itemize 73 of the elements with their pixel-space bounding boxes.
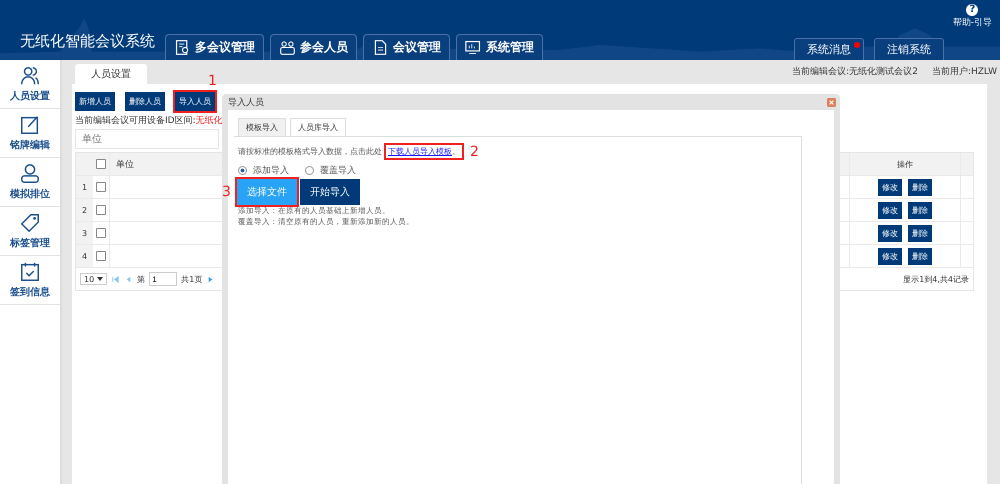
record-summary: 显示1到4,共4记录 — [903, 274, 969, 284]
action-button[interactable]: 删除 — [908, 202, 932, 218]
period-text: 。 — [452, 146, 460, 157]
column-header: 单位 — [116, 158, 134, 170]
radio-option[interactable]: 添加导入 — [238, 164, 289, 177]
current-user: 当前用户:HZLW — [932, 66, 997, 78]
page-tab[interactable]: 人员设置 — [75, 64, 147, 84]
close-icon[interactable] — [827, 98, 836, 106]
sidebar-item[interactable]: 签到信息 — [0, 256, 60, 305]
checkbox[interactable] — [96, 228, 106, 238]
person-icon — [19, 163, 41, 185]
dialog-button[interactable]: 开始导入 — [300, 179, 360, 205]
action-button[interactable]: 修改 — [878, 178, 902, 196]
header-tab[interactable]: 系统消息 — [794, 38, 864, 60]
help-link[interactable]: 帮助-引导 — [952, 16, 992, 29]
calendar-icon — [19, 261, 41, 283]
toolbar-button[interactable]: 删除人员 — [125, 92, 165, 111]
checkbox[interactable] — [96, 182, 106, 192]
previous-page-icon[interactable] — [124, 274, 134, 284]
checkbox[interactable] — [96, 159, 106, 169]
action-button[interactable]: 删除 — [908, 178, 932, 196]
page-label: 第 — [137, 274, 146, 284]
device-range-label: 当前编辑会议可用设备ID区间: — [75, 116, 196, 126]
action-button[interactable]: 删除 — [908, 248, 932, 264]
row-number: 1 — [76, 176, 93, 198]
dialog-tab[interactable]: 人员库导入 — [290, 118, 346, 136]
action-button[interactable]: 删除 — [908, 224, 932, 242]
users-icon — [19, 65, 41, 87]
first-page-icon[interactable] — [111, 274, 120, 284]
sidebar-item[interactable]: 人员设置 — [0, 60, 60, 109]
template-download-link[interactable]: 下载人员导入模板 — [388, 146, 452, 157]
checkbox[interactable] — [96, 205, 106, 215]
row-number: 4 — [76, 245, 93, 267]
instruction-text: 请按标准的模板格式导入数据，点击此处 — [238, 146, 382, 157]
monitor-icon — [465, 39, 482, 56]
radio-button[interactable] — [238, 166, 247, 175]
action-button[interactable]: 修改 — [878, 202, 902, 218]
radio-option[interactable]: 覆盖导入 — [305, 164, 356, 177]
page-size-select[interactable]: 10 — [80, 273, 108, 285]
nav-tab[interactable]: 系统管理 — [456, 34, 543, 60]
sidebar-item[interactable]: 模拟排位 — [0, 158, 60, 207]
page-count: 共1页 — [181, 274, 202, 284]
current-meeting: 当前编辑会议:无纸化测试会议2 — [792, 66, 918, 78]
search-field[interactable]: 单位 — [75, 129, 219, 149]
action-button[interactable]: 修改 — [878, 248, 902, 264]
app-title: 无纸化智能会议系统 — [20, 32, 155, 51]
page-input[interactable]: 1 — [149, 272, 178, 286]
device-range-value: 无纸化 — [196, 116, 223, 126]
help-icon[interactable]: ? — [966, 4, 978, 16]
nav-tab[interactable]: 会议管理 — [363, 34, 450, 60]
toolbar-button[interactable]: 新增人员 — [75, 92, 115, 111]
annotation-number: 3 — [222, 184, 231, 200]
edit-icon — [19, 114, 41, 136]
sidebar-item[interactable]: 铭牌编辑 — [0, 109, 60, 158]
annotation-number: 1 — [208, 73, 217, 89]
people-icon — [279, 39, 296, 56]
nav-tab[interactable]: 多会议管理 — [165, 34, 264, 60]
dialog-title: 导入人员 — [228, 96, 264, 108]
action-button[interactable]: 修改 — [878, 224, 902, 242]
annotation-number: 2 — [470, 144, 479, 160]
tag-icon — [19, 212, 41, 234]
row-number: 3 — [76, 222, 93, 244]
document-search-icon — [174, 39, 191, 56]
radio-button[interactable] — [305, 166, 314, 175]
header-tab[interactable]: 注销系统 — [874, 38, 944, 60]
sidebar-item[interactable]: 标签管理 — [0, 207, 60, 256]
dialog-tab[interactable]: 模板导入 — [238, 118, 286, 136]
checkbox[interactable] — [96, 251, 106, 261]
column-header: 操作 — [849, 153, 961, 175]
nav-tab[interactable]: 参会人员 — [270, 34, 357, 60]
row-number: 2 — [76, 199, 93, 221]
toolbar-button[interactable]: 导入人员 — [175, 92, 215, 111]
document-icon — [372, 39, 389, 56]
